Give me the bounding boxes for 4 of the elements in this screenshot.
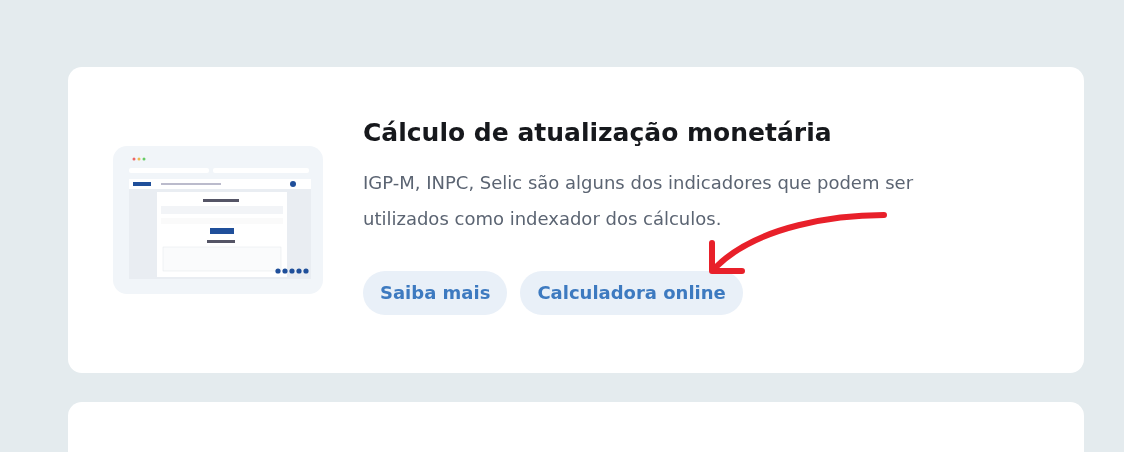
link-button[interactable]: Saiba mais <box>363 270 508 315</box>
card-description: IGP-M, INPC, Selic são alguns dos indicadores que podem ser utilizados como indexador dos cálculos. <box>363 170 915 231</box>
card-title: Cálculo de atualização monetária <box>363 117 833 147</box>
link-button[interactable]: Calculadora online <box>520 270 743 315</box>
